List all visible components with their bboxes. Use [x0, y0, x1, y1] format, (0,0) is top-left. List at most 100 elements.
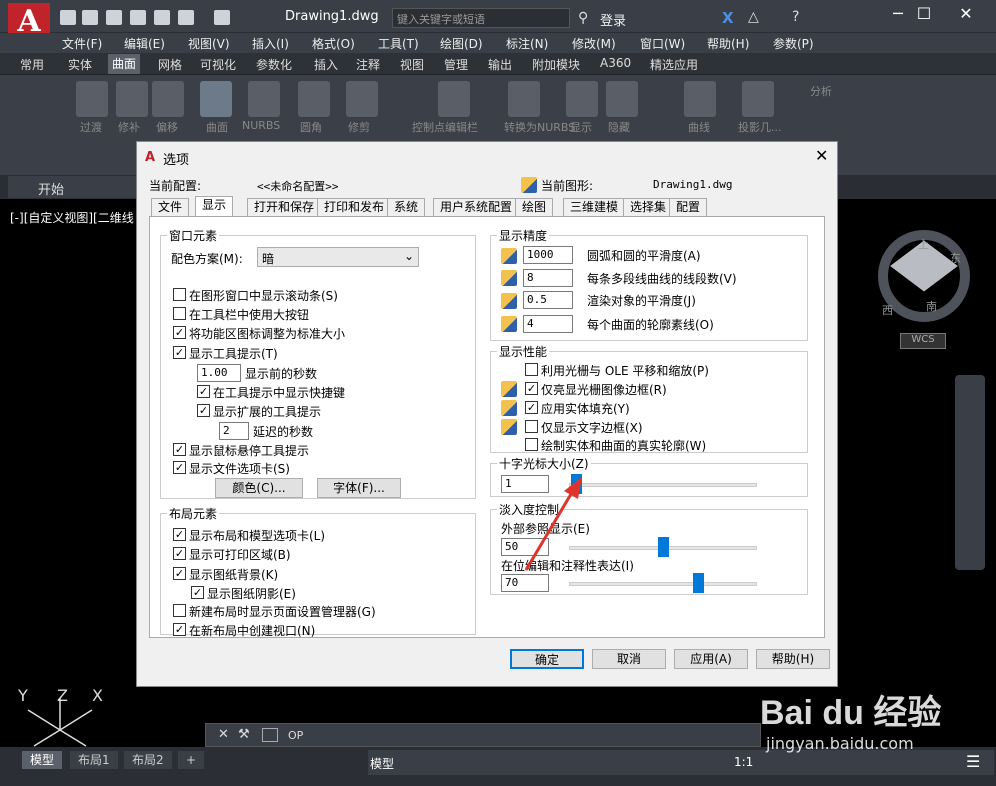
- tab-user-preferences[interactable]: 用户系统配置: [433, 198, 520, 216]
- curve-icon[interactable]: [684, 81, 716, 117]
- tab-profiles[interactable]: 配置: [669, 198, 708, 216]
- viewcube-west-label[interactable]: 西: [882, 302, 893, 318]
- inplace-edit-input[interactable]: 70: [501, 574, 549, 592]
- save-icon[interactable]: [106, 10, 122, 25]
- binoculars-icon[interactable]: ⚲: [578, 10, 588, 26]
- raster-pan-zoom-checkbox[interactable]: [525, 363, 538, 376]
- crosshair-size-slider[interactable]: [569, 483, 757, 487]
- tab-addins[interactable]: 附加模块: [532, 56, 580, 73]
- save-as-icon[interactable]: [130, 10, 146, 25]
- menu-help[interactable]: 帮助(H): [707, 35, 749, 52]
- plot-icon[interactable]: [154, 10, 170, 25]
- undo-icon[interactable]: [178, 10, 194, 25]
- tab-output[interactable]: 输出: [488, 56, 512, 73]
- menu-tools[interactable]: 工具(T): [378, 35, 419, 52]
- ok-button[interactable]: 确定: [510, 649, 584, 669]
- new-layout-button[interactable]: +: [178, 751, 205, 769]
- arc-smoothness-input[interactable]: 1000: [523, 246, 573, 264]
- show-cv-icon[interactable]: [566, 81, 598, 117]
- nurbs-icon[interactable]: [248, 81, 280, 117]
- rollover-tooltips-checkbox[interactable]: ✓: [173, 443, 186, 456]
- viewcube-south-label[interactable]: 南: [926, 298, 937, 314]
- menu-modify[interactable]: 修改(M): [572, 35, 616, 52]
- close-button[interactable]: ✕: [946, 4, 986, 23]
- scrollbars-checkbox[interactable]: [173, 288, 186, 301]
- new-icon[interactable]: [60, 10, 76, 25]
- trim-icon[interactable]: [346, 81, 378, 117]
- page-setup-manager-checkbox[interactable]: [173, 604, 186, 617]
- network-surface-icon[interactable]: [200, 81, 232, 117]
- tab-3d-modeling[interactable]: 三维建模: [563, 198, 626, 216]
- layout-tab-model[interactable]: 模型: [22, 751, 63, 769]
- command-prompt-icon[interactable]: [262, 728, 278, 742]
- start-tab[interactable]: 开始: [8, 176, 136, 198]
- apply-button[interactable]: 应用(A): [674, 649, 748, 669]
- tab-solid[interactable]: 实体: [68, 56, 92, 73]
- tab-display[interactable]: 显示: [195, 196, 234, 217]
- file-tabs-checkbox[interactable]: ✓: [173, 461, 186, 474]
- login-button[interactable]: 登录: [600, 10, 626, 29]
- menu-draw[interactable]: 绘图(D): [440, 35, 483, 52]
- layout-tab-layout2[interactable]: 布局2: [124, 751, 172, 769]
- open-icon[interactable]: [82, 10, 98, 25]
- fonts-button[interactable]: 字体(F)...: [317, 478, 401, 498]
- tab-manage[interactable]: 管理: [444, 56, 468, 73]
- menu-dimension[interactable]: 标注(N): [506, 35, 548, 52]
- ribbon-label-analysis[interactable]: 分析: [810, 83, 832, 99]
- menu-edit[interactable]: 编辑(E): [124, 35, 165, 52]
- menu-format[interactable]: 格式(O): [312, 35, 355, 52]
- shortcut-keys-checkbox[interactable]: ✓: [197, 385, 210, 398]
- xref-display-slider-thumb[interactable]: [657, 537, 669, 557]
- menu-view[interactable]: 视图(V): [188, 35, 230, 52]
- layout-tab-layout1[interactable]: 布局1: [70, 751, 118, 769]
- tab-featured-apps[interactable]: 精选应用: [650, 56, 698, 73]
- blend-icon[interactable]: [76, 81, 108, 117]
- tab-annotate[interactable]: 注释: [356, 56, 380, 73]
- command-input[interactable]: OP: [288, 729, 303, 742]
- layout-model-tabs-checkbox[interactable]: ✓: [173, 528, 186, 541]
- navigation-bar[interactable]: [955, 375, 985, 570]
- convert-nurbs-icon[interactable]: [508, 81, 540, 117]
- printable-area-checkbox[interactable]: ✓: [173, 547, 186, 560]
- hide-cv-icon[interactable]: [606, 81, 638, 117]
- show-tooltips-checkbox[interactable]: ✓: [173, 346, 186, 359]
- tab-files[interactable]: 文件: [151, 198, 190, 216]
- color-scheme-select[interactable]: 暗 ⌄: [257, 247, 419, 267]
- tab-home[interactable]: 常用: [20, 56, 44, 73]
- viewport-label[interactable]: [-][自定义视图][二维线: [10, 209, 134, 226]
- tab-visualize[interactable]: 可视化: [200, 56, 236, 73]
- cancel-button[interactable]: 取消: [592, 649, 666, 669]
- text-boundary-checkbox[interactable]: [525, 420, 538, 433]
- menu-file[interactable]: 文件(F): [62, 35, 102, 52]
- polyline-segments-input[interactable]: 8: [523, 269, 573, 287]
- menu-window[interactable]: 窗口(W): [640, 35, 685, 52]
- paper-shadow-checkbox[interactable]: ✓: [191, 586, 204, 599]
- tab-mesh[interactable]: 网格: [158, 56, 182, 73]
- tab-system[interactable]: 系统: [387, 198, 426, 216]
- solid-fill-checkbox[interactable]: ✓: [525, 401, 538, 414]
- inplace-edit-slider-thumb[interactable]: [692, 573, 704, 593]
- help-button[interactable]: 帮助(H): [756, 649, 830, 669]
- true-silhouettes-checkbox[interactable]: [525, 438, 538, 451]
- maximize-button[interactable]: ☐: [904, 4, 944, 23]
- wrench-icon[interactable]: ⚒: [238, 727, 250, 742]
- cv-edit-bar-icon[interactable]: [438, 81, 470, 117]
- highlight-raster-frame-checkbox[interactable]: ✓: [525, 382, 538, 395]
- tab-drafting[interactable]: 绘图: [515, 198, 554, 216]
- annotation-scale[interactable]: 1:1: [734, 755, 753, 769]
- patch-icon[interactable]: [116, 81, 148, 117]
- tab-parametric[interactable]: 参数化: [256, 56, 292, 73]
- project-geometry-icon[interactable]: [742, 81, 774, 117]
- close-icon[interactable]: ✕: [218, 727, 229, 742]
- render-smoothness-input[interactable]: 0.5: [523, 291, 573, 309]
- contour-lines-input[interactable]: 4: [523, 315, 573, 333]
- paper-background-checkbox[interactable]: ✓: [173, 567, 186, 580]
- tab-a360[interactable]: A360: [600, 56, 631, 70]
- extended-tooltips-checkbox[interactable]: ✓: [197, 404, 210, 417]
- tooltip-seconds-input[interactable]: 1.00: [197, 364, 241, 382]
- tab-plot-publish[interactable]: 打印和发布: [317, 198, 392, 216]
- fillet-icon[interactable]: [298, 81, 330, 117]
- tab-surface[interactable]: 曲面: [108, 54, 141, 74]
- viewcube-east-label[interactable]: 东: [950, 250, 961, 266]
- delay-seconds-input[interactable]: 2: [219, 422, 249, 440]
